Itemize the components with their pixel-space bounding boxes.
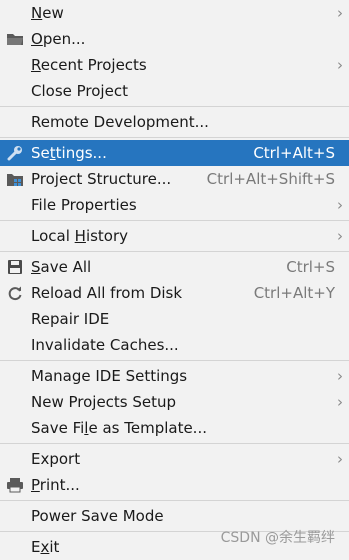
menu-item-label: Save All bbox=[31, 258, 92, 276]
menu-item-reload-all[interactable]: Reload All from Disk Ctrl+Alt+Y bbox=[0, 280, 349, 306]
menu-separator bbox=[0, 137, 349, 138]
menu-item-label: Project Structure... bbox=[31, 170, 172, 188]
menu-item-export[interactable]: Export › bbox=[0, 446, 349, 472]
file-menu: New › Open... Recent Projects › Close Pr… bbox=[0, 0, 349, 557]
menu-item-power-save-mode[interactable]: Power Save Mode bbox=[0, 503, 349, 529]
menu-separator bbox=[0, 443, 349, 444]
menu-item-recent-projects[interactable]: Recent Projects › bbox=[0, 52, 349, 78]
submenu-arrow-icon: › bbox=[337, 56, 343, 74]
menu-item-local-history[interactable]: Local History › bbox=[0, 223, 349, 249]
menu-item-label: Export bbox=[31, 450, 81, 468]
menu-item-save-all[interactable]: Save All Ctrl+S bbox=[0, 254, 349, 280]
menu-item-repair-ide[interactable]: Repair IDE bbox=[0, 306, 349, 332]
menu-item-label: Save File as Template... bbox=[31, 419, 207, 437]
submenu-arrow-icon: › bbox=[337, 4, 343, 22]
menu-separator bbox=[0, 106, 349, 107]
submenu-arrow-icon: › bbox=[337, 227, 343, 245]
shortcut-text: Ctrl+S bbox=[286, 258, 335, 276]
save-icon bbox=[6, 259, 24, 275]
menu-separator bbox=[0, 360, 349, 361]
shortcut-text: Ctrl+Alt+Shift+S bbox=[206, 170, 335, 188]
submenu-arrow-icon: › bbox=[337, 367, 343, 385]
menu-item-label: Close Project bbox=[31, 82, 128, 100]
reload-icon bbox=[6, 285, 24, 301]
menu-item-label: Repair IDE bbox=[31, 310, 110, 328]
menu-item-close-project[interactable]: Close Project bbox=[0, 78, 349, 104]
menu-item-label: Recent Projects bbox=[31, 56, 147, 74]
menu-item-label: Print... bbox=[31, 476, 80, 494]
menu-item-label: New bbox=[31, 4, 64, 22]
menu-item-remote-development[interactable]: Remote Development... bbox=[0, 109, 349, 135]
menu-item-label: Exit bbox=[31, 538, 60, 556]
menu-item-label: Invalidate Caches... bbox=[31, 336, 179, 354]
shortcut-text: Ctrl+Alt+Y bbox=[253, 284, 335, 302]
project-structure-icon bbox=[6, 171, 24, 187]
menu-item-print[interactable]: Print... bbox=[0, 472, 349, 498]
submenu-arrow-icon: › bbox=[337, 196, 343, 214]
menu-item-invalidate-caches[interactable]: Invalidate Caches... bbox=[0, 332, 349, 358]
menu-item-label: File Properties bbox=[31, 196, 137, 214]
menu-item-settings[interactable]: Settings... Ctrl+Alt+S bbox=[0, 140, 349, 166]
wrench-icon bbox=[6, 145, 24, 161]
menu-item-project-structure[interactable]: Project Structure... Ctrl+Alt+Shift+S bbox=[0, 166, 349, 192]
menu-item-label: Manage IDE Settings bbox=[31, 367, 188, 385]
menu-item-label: Remote Development... bbox=[31, 113, 209, 131]
menu-separator bbox=[0, 251, 349, 252]
menu-item-label: Open... bbox=[31, 30, 86, 48]
menu-item-label: Settings... bbox=[31, 144, 107, 162]
submenu-arrow-icon: › bbox=[337, 393, 343, 411]
menu-separator bbox=[0, 500, 349, 501]
menu-item-file-properties[interactable]: File Properties › bbox=[0, 192, 349, 218]
shortcut-text: Ctrl+Alt+S bbox=[253, 144, 335, 162]
menu-item-label: New Projects Setup bbox=[31, 393, 177, 411]
menu-item-save-file-as-template[interactable]: Save File as Template... bbox=[0, 415, 349, 441]
menu-item-open[interactable]: Open... bbox=[0, 26, 349, 52]
watermark-text: CSDN @余生羁绊 bbox=[220, 530, 335, 546]
menu-item-manage-ide-settings[interactable]: Manage IDE Settings › bbox=[0, 363, 349, 389]
folder-icon bbox=[6, 31, 24, 47]
menu-item-label: Local History bbox=[31, 227, 129, 245]
printer-icon bbox=[6, 477, 24, 493]
menu-separator bbox=[0, 220, 349, 221]
menu-item-new-projects-setup[interactable]: New Projects Setup › bbox=[0, 389, 349, 415]
submenu-arrow-icon: › bbox=[337, 450, 343, 468]
menu-item-label: Reload All from Disk bbox=[31, 284, 183, 302]
menu-item-label: Power Save Mode bbox=[31, 507, 164, 525]
menu-item-new[interactable]: New › bbox=[0, 0, 349, 26]
